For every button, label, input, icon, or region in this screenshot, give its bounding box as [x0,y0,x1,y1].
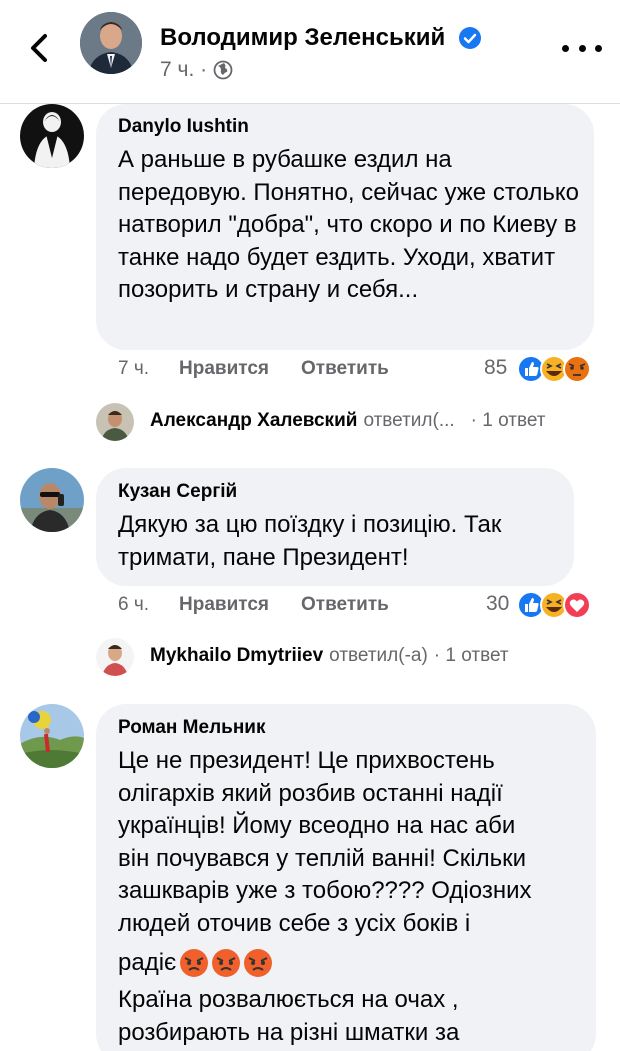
comment-line-with-emoji: радіє [118,942,594,984]
post-time: 7 ч. · [160,58,208,81]
reply-button[interactable]: Ответить [301,594,389,616]
comment-line: розбирають на різні шматки за [118,1018,460,1046]
comment-line: Країна розвалюється на очах , [118,986,459,1013]
reply-count: · 1 ответ [470,410,546,431]
globe-icon [213,60,233,80]
reply-button[interactable]: Ответить [301,358,389,380]
comment-line: людей оточив себе з усіх боків і [118,909,471,937]
love-reaction-icon [563,591,591,619]
avatar[interactable] [80,12,142,74]
post-meta: 7 ч. · [160,58,233,82]
comment-text: Це не президент! Це прихвостень олігархі… [118,745,594,1049]
comment-line: Це не президент! Це прихвостень [118,747,495,774]
comment-line: українців! Йому всеодно на нас аби [118,812,516,839]
avatar[interactable] [20,468,84,532]
like-button[interactable]: Нравится [179,358,269,380]
comment-time: 6 ч. [118,594,150,615]
reply-author: Mykhailo Dmytriiev [150,645,324,666]
view-replies-link[interactable]: Mykhailo Dmytriiev ответил(-а) · 1 ответ [150,645,509,667]
avatar[interactable] [20,704,84,768]
comment-text: Дякую за цю поїздку і позицію. Так трима… [118,511,502,571]
reply-action: ответил(-а) [329,645,428,666]
comment-line: олігархів який розбив останні надії [118,779,503,807]
like-button[interactable]: Нравится [179,594,269,616]
comment-line: зашкварів уже з тобою???? Одіозних [118,877,532,904]
dot [595,44,602,52]
post-header: Володимир Зеленський 7 ч. · [0,0,620,104]
comment-time: 7 ч. [118,358,150,379]
comment-author[interactable]: Роман Мельник [118,717,266,739]
reply-count: · 1 ответ [433,645,509,666]
comment-text: А раньше в рубашке ездил на передовую. П… [118,146,579,303]
reaction-icons[interactable] [516,590,596,620]
back-button[interactable] [22,28,56,68]
comment-line: він почувався у теплій ванні! Скільки [118,844,527,872]
angry-face-emoji-icon [180,949,273,977]
reply-author: Александр Халевский [150,410,358,431]
verified-badge-icon [459,27,481,49]
reaction-count[interactable]: 30 [486,592,509,616]
comment-author[interactable]: Кузан Сергій [118,481,237,503]
more-options-icon [562,44,569,52]
reaction-icons[interactable] [516,354,596,384]
more-options-button[interactable] [562,36,602,60]
comment-line: радіє [118,948,177,976]
reply-action: ответил(... [363,410,455,431]
avatar[interactable] [20,104,84,168]
view-replies-link[interactable]: Александр Халевский ответил(... · 1 отве… [150,410,546,432]
comment-author[interactable]: Danylo Iushtin [118,116,249,138]
angry-reaction-icon [563,355,591,383]
avatar[interactable] [96,638,134,676]
avatar[interactable] [96,403,134,441]
comment-actions: 6 ч. Нравится Ответить [118,594,421,616]
page-title[interactable]: Володимир Зеленський [160,24,445,52]
chevron-left-icon [31,34,47,62]
comment-actions: 7 ч. Нравится Ответить [118,358,421,380]
dot [578,44,586,52]
reaction-count[interactable]: 85 [484,356,507,380]
